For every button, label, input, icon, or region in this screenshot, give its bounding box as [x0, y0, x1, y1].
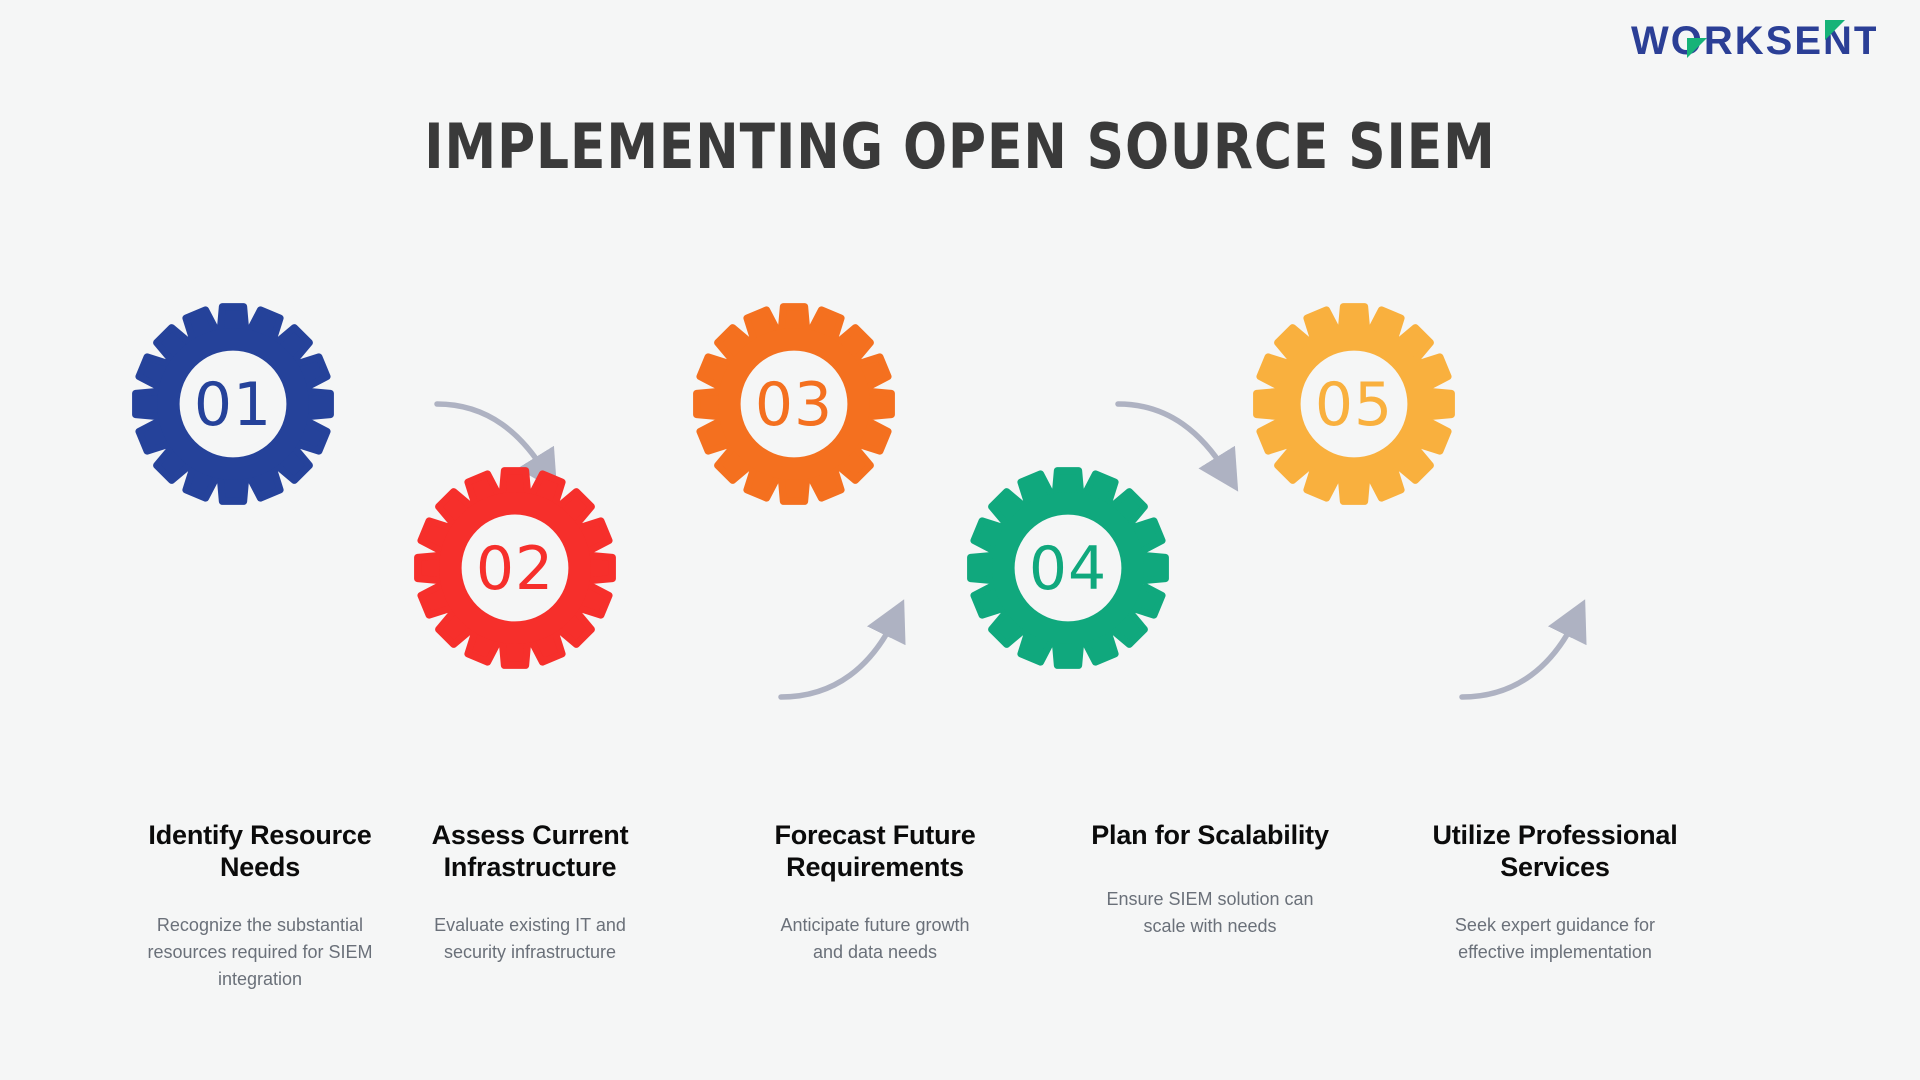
step-number-01: 01 [194, 370, 272, 440]
step-heading-3-line1: Forecast Future [774, 820, 976, 850]
infographic-canvas: WORKSENT IMPLEMENTING OPEN SOURCE SIEM 0… [0, 0, 1920, 1080]
step-description-4: Ensure SIEM solution can scale with need… [1106, 888, 1314, 937]
arrow-02-to-03 [778, 599, 906, 700]
step-number-02: 02 [476, 534, 554, 604]
step-number-04: 04 [1029, 534, 1107, 604]
step-captions: Identify Resource Needs Recognize the su… [0, 820, 1920, 1080]
step-caption-5: Utilize Professional Services Seek exper… [1325, 820, 1785, 966]
step-heading-4-line1: Plan for Scalability [1091, 820, 1329, 850]
step-heading-2-line2: Infrastructure [443, 851, 617, 882]
step-heading-5: Utilize Professional Services [1325, 820, 1785, 884]
step-description-2: Evaluate existing IT and security infras… [434, 914, 626, 963]
step-heading-1-line2: Needs [219, 851, 301, 882]
arrow-03-to-04 [1115, 401, 1239, 492]
arrow-04-to-05 [1459, 599, 1587, 700]
arrow-01-to-02 [434, 401, 558, 492]
step-description-3: Anticipate future growth and data needs [780, 914, 970, 963]
step-heading-3-line2: Requirements [786, 851, 964, 882]
step-heading-2-line1: Assess Current [431, 820, 629, 850]
step-heading-5-line2: Services [1500, 851, 1610, 882]
step-description-5: Seek expert guidance for effective imple… [1454, 914, 1656, 963]
step-number-05: 05 [1315, 370, 1393, 440]
step-number-03: 03 [755, 370, 833, 440]
step-heading-5-line1: Utilize Professional [1432, 820, 1678, 850]
